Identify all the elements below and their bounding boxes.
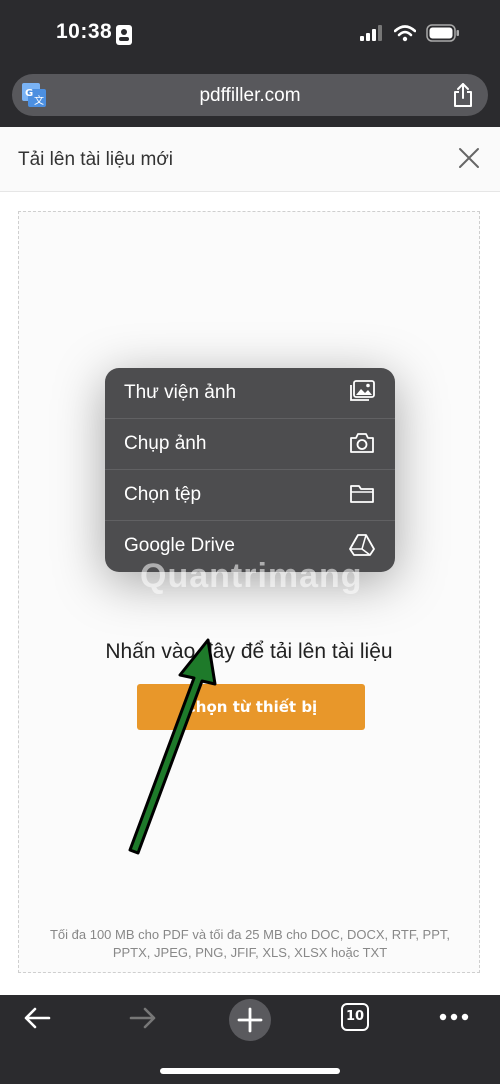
- cellular-signal-icon: [360, 25, 382, 41]
- photo-library-icon: [350, 380, 375, 401]
- tab-switcher-button[interactable]: 10: [341, 1003, 369, 1031]
- menu-item-take-photo[interactable]: Chụp ảnh: [105, 419, 395, 470]
- close-icon[interactable]: [458, 147, 480, 169]
- battery-icon: [426, 24, 459, 42]
- sheet-header: Tải lên tài liệu mới: [0, 127, 500, 192]
- menu-item-choose-file[interactable]: Chọn tệp: [105, 470, 395, 521]
- status-icons: [360, 24, 460, 42]
- google-drive-icon: [349, 534, 375, 556]
- new-tab-plus-icon[interactable]: [228, 998, 272, 1042]
- status-bar: 10:38: [0, 0, 500, 70]
- sheet-title: Tải lên tài liệu mới: [18, 149, 174, 170]
- drop-text: Nhấn vào đây để tải lên tài liệu: [105, 640, 393, 663]
- camera-icon: [350, 433, 374, 453]
- menu-item-photo-library[interactable]: Thư viện ảnh: [105, 368, 395, 419]
- id-card-icon: [116, 25, 132, 45]
- forward-arrow-icon[interactable]: [128, 1003, 158, 1033]
- back-arrow-icon[interactable]: [22, 1003, 52, 1033]
- share-icon[interactable]: [452, 82, 474, 108]
- file-source-menu: Thư viện ảnh Chụp ảnh Chọn tệp Google Dr…: [105, 368, 395, 572]
- more-menu-icon[interactable]: [439, 1013, 469, 1021]
- menu-item-label: Thư viện ảnh: [124, 382, 237, 403]
- status-time: 10:38: [56, 20, 113, 43]
- address-bar[interactable]: G 文 pdffiller.com: [12, 74, 488, 116]
- menu-item-label: Chọn tệp: [124, 484, 202, 505]
- annotation-arrow: [128, 638, 217, 855]
- url-text[interactable]: pdffiller.com: [12, 85, 488, 107]
- upload-limits-text: Tối đa 100 MB cho PDF và tối đa 25 MB ch…: [49, 927, 451, 960]
- folder-icon: [350, 485, 374, 503]
- wifi-icon: [394, 24, 416, 41]
- menu-item-label: Google Drive: [124, 535, 235, 556]
- home-indicator: [160, 1068, 340, 1074]
- menu-item-label: Chụp ảnh: [124, 433, 207, 454]
- watermark: Quantrimang: [140, 557, 363, 595]
